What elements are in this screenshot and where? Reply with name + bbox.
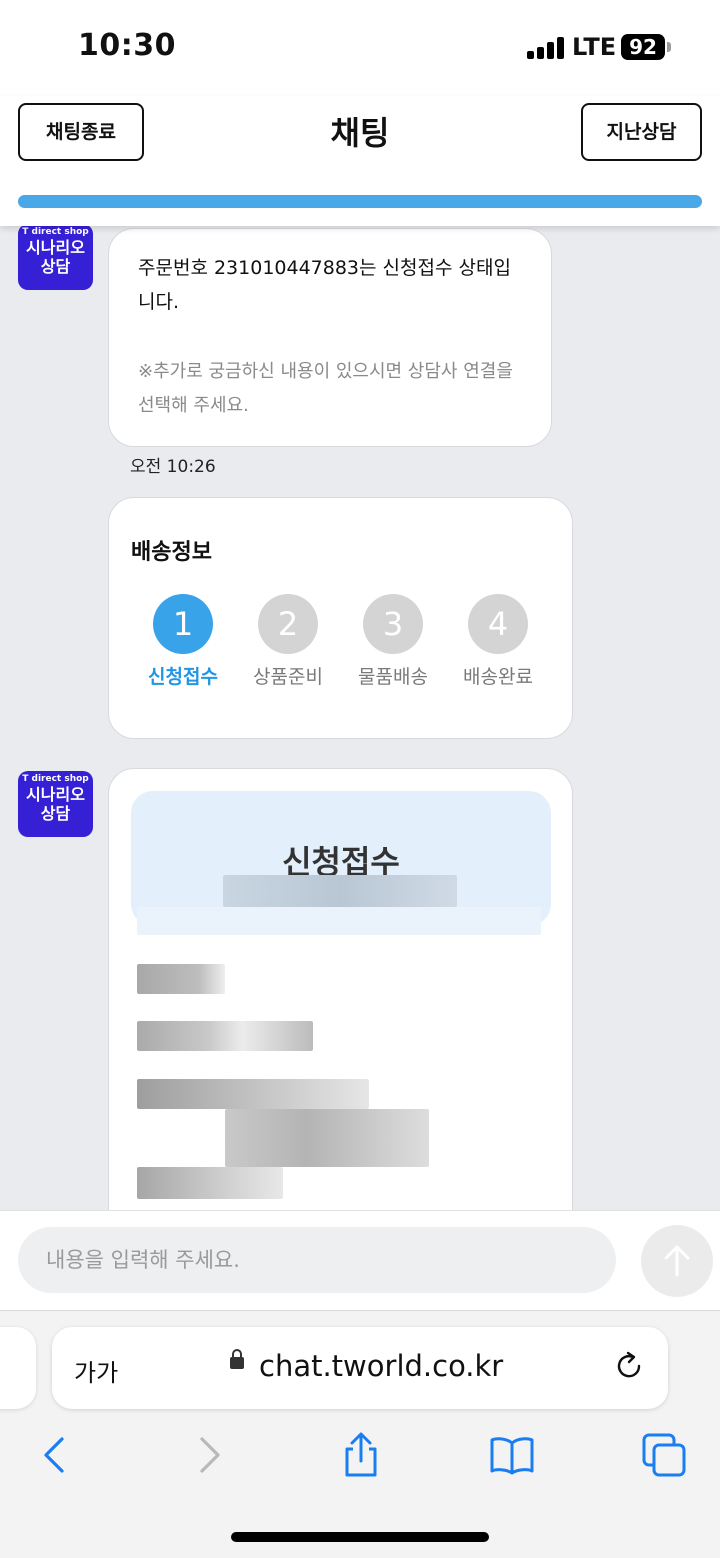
step-label: 상품준비 [253,666,323,688]
message-text: 주문번호 231010447883는 신청접수 상태입니다. [138,257,511,313]
share-icon[interactable] [337,1431,385,1479]
chat-header: 채팅종료 채팅 지난상담 [0,96,720,226]
message-note: ※추가로 궁금하신 내용이 있으시면 상담사 연결을 선택해 주세요. [138,361,513,416]
battery-icon: 92 [621,34,665,60]
delivery-step-4: 4 배송완료 [448,594,548,689]
bot-avatar: T direct shop 시나리오 상담 [18,226,93,290]
delivery-step-1: 1 신청접수 [133,594,233,689]
reload-icon[interactable] [612,1349,646,1383]
step-circle: 1 [153,594,213,654]
delivery-card-title: 배송정보 [131,540,212,565]
order-status-card: 신청접수 [108,768,573,1210]
delivery-step-2: 2 상품준비 [238,594,338,689]
chat-area[interactable]: T direct shop 시나리오 상담 주문번호 231010447883는… [0,226,720,1210]
battery-tip [667,42,671,52]
message-input[interactable] [18,1227,616,1293]
signal-icon [527,37,565,59]
tabs-icon[interactable] [640,1431,688,1479]
bookmarks-icon[interactable] [488,1431,536,1479]
back-icon[interactable] [30,1431,78,1479]
header-progress-bar [18,195,702,208]
step-circle: 2 [258,594,318,654]
forward-icon[interactable] [186,1431,234,1479]
send-arrow-icon [664,1245,690,1277]
delivery-info-card: 배송정보 1 신청접수 2 상품준비 3 물품배송 4 배송완료 [108,497,573,739]
chat-history-button[interactable]: 지난상담 [581,103,702,161]
delivery-step-3: 3 물품배송 [343,594,443,689]
lock-icon [230,1349,244,1369]
status-time: 10:30 [78,28,176,63]
network-type: LTE [572,33,617,61]
pixelated-region [137,1167,283,1199]
send-button[interactable] [641,1225,713,1297]
text-size-button[interactable]: 가가 [74,1353,118,1388]
address-bar[interactable]: 가가 chat.tworld.co.kr [52,1327,668,1409]
step-circle: 3 [363,594,423,654]
message-input-bar [0,1210,720,1310]
pixelated-region [223,875,457,907]
previous-tab-preview[interactable] [0,1327,36,1409]
pixelated-region [137,1021,313,1051]
step-label: 배송완료 [463,666,533,688]
pixelated-region [137,1079,369,1109]
home-indicator [231,1532,489,1542]
bot-message-bubble: 주문번호 231010447883는 신청접수 상태입니다. ※추가로 궁금하신… [108,228,552,447]
pixelated-region [137,964,225,994]
status-bar: 10:30 LTE 92 [0,0,720,96]
browser-toolbar: 가가 chat.tworld.co.kr [0,1310,720,1558]
bot-avatar: T direct shop 시나리오 상담 [18,771,93,837]
step-label: 신청접수 [148,666,218,688]
status-header-box: 신청접수 [131,791,551,926]
message-timestamp: 오전 10:26 [130,457,216,477]
step-circle: 4 [468,594,528,654]
step-label: 물품배송 [358,666,428,688]
pixelated-region [137,907,541,935]
url-text[interactable]: chat.tworld.co.kr [259,1349,503,1383]
pixelated-region [225,1109,429,1167]
